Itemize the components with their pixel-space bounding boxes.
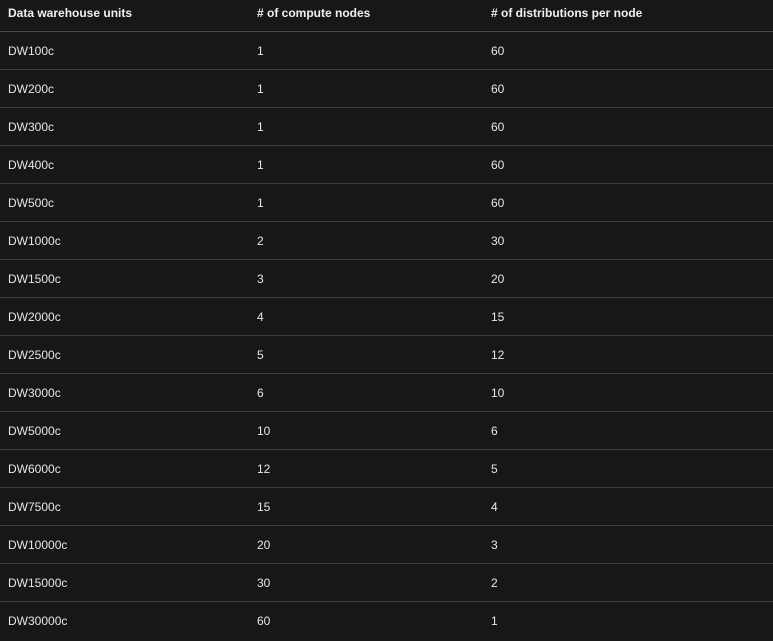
cell-compute-nodes: 1 xyxy=(249,145,483,184)
cell-compute-nodes: 1 xyxy=(249,107,483,146)
table-row: DW1000c 2 30 xyxy=(0,221,773,260)
cell-distributions: 5 xyxy=(483,449,773,488)
cell-distributions: 60 xyxy=(483,183,773,222)
cell-dwu: DW400c xyxy=(0,145,249,184)
table-row: DW30000c 60 1 xyxy=(0,602,773,640)
table-row: DW5000c 10 6 xyxy=(0,411,773,450)
cell-compute-nodes: 5 xyxy=(249,335,483,374)
cell-dwu: DW15000c xyxy=(0,563,249,602)
cell-distributions: 4 xyxy=(483,487,773,526)
table-row: DW15000c 30 2 xyxy=(0,563,773,602)
table-row: DW6000c 12 5 xyxy=(0,449,773,488)
table-row: DW100c 1 60 xyxy=(0,31,773,70)
cell-compute-nodes: 1 xyxy=(249,69,483,108)
cell-distributions: 30 xyxy=(483,221,773,260)
table-row: DW500c 1 60 xyxy=(0,183,773,222)
cell-compute-nodes: 12 xyxy=(249,449,483,488)
cell-compute-nodes: 20 xyxy=(249,525,483,564)
table-row: DW2500c 5 12 xyxy=(0,335,773,374)
table-row: DW2000c 4 15 xyxy=(0,297,773,336)
cell-distributions: 60 xyxy=(483,69,773,108)
cell-compute-nodes: 1 xyxy=(249,31,483,70)
cell-distributions: 20 xyxy=(483,259,773,298)
header-distributions: # of distributions per node xyxy=(483,0,773,32)
cell-dwu: DW7500c xyxy=(0,487,249,526)
cell-distributions: 1 xyxy=(491,613,498,628)
cell-dwu: DW2500c xyxy=(0,335,249,374)
table-row: DW400c 1 60 xyxy=(0,145,773,184)
cell-compute-nodes: 1 xyxy=(249,183,483,222)
table-row: DW200c 1 60 xyxy=(0,69,773,108)
cell-distributions: 60 xyxy=(483,107,773,146)
header-dwu: Data warehouse units xyxy=(0,0,249,32)
table-row: DW1500c 3 20 xyxy=(0,259,773,298)
header-compute-nodes: # of compute nodes xyxy=(249,0,483,32)
cell-compute-nodes: 15 xyxy=(249,487,483,526)
cell-compute-nodes: 3 xyxy=(249,259,483,298)
table-header-row: Data warehouse units # of compute nodes … xyxy=(0,0,773,32)
table-row: DW300c 1 60 xyxy=(0,107,773,146)
dwu-table: Data warehouse units # of compute nodes … xyxy=(0,0,773,639)
cell-dwu: DW100c xyxy=(0,31,249,70)
table-row: DW7500c 15 4 xyxy=(0,487,773,526)
table-row: DW3000c 6 10 xyxy=(0,373,773,412)
cell-distributions: 60 xyxy=(483,31,773,70)
cell-distributions: 10 xyxy=(483,373,773,412)
cell-distributions: 15 xyxy=(483,297,773,336)
cell-compute-nodes: 6 xyxy=(249,373,483,412)
cell-dwu: DW6000c xyxy=(0,449,249,488)
cell-dwu: DW500c xyxy=(0,183,249,222)
cell-dwu: DW30000c xyxy=(8,613,68,628)
cell-dwu: DW3000c xyxy=(0,373,249,412)
cell-dwu: DW10000c xyxy=(0,525,249,564)
cell-distributions: 2 xyxy=(483,563,773,602)
table-row: DW10000c 20 3 xyxy=(0,525,773,564)
cell-dwu: DW300c xyxy=(0,107,249,146)
cell-distributions: 12 xyxy=(483,335,773,374)
cell-compute-nodes: 60 xyxy=(257,613,271,628)
cell-distributions: 6 xyxy=(483,411,773,450)
cell-distributions: 60 xyxy=(483,145,773,184)
cell-distributions: 3 xyxy=(483,525,773,564)
cell-dwu: DW1500c xyxy=(0,259,249,298)
cell-compute-nodes: 4 xyxy=(249,297,483,336)
cell-compute-nodes: 2 xyxy=(249,221,483,260)
cell-dwu: DW2000c xyxy=(0,297,249,336)
cell-compute-nodes: 10 xyxy=(249,411,483,450)
cell-dwu: DW5000c xyxy=(0,411,249,450)
cell-dwu: DW200c xyxy=(0,69,249,108)
cell-compute-nodes: 30 xyxy=(249,563,483,602)
cell-dwu: DW1000c xyxy=(0,221,249,260)
